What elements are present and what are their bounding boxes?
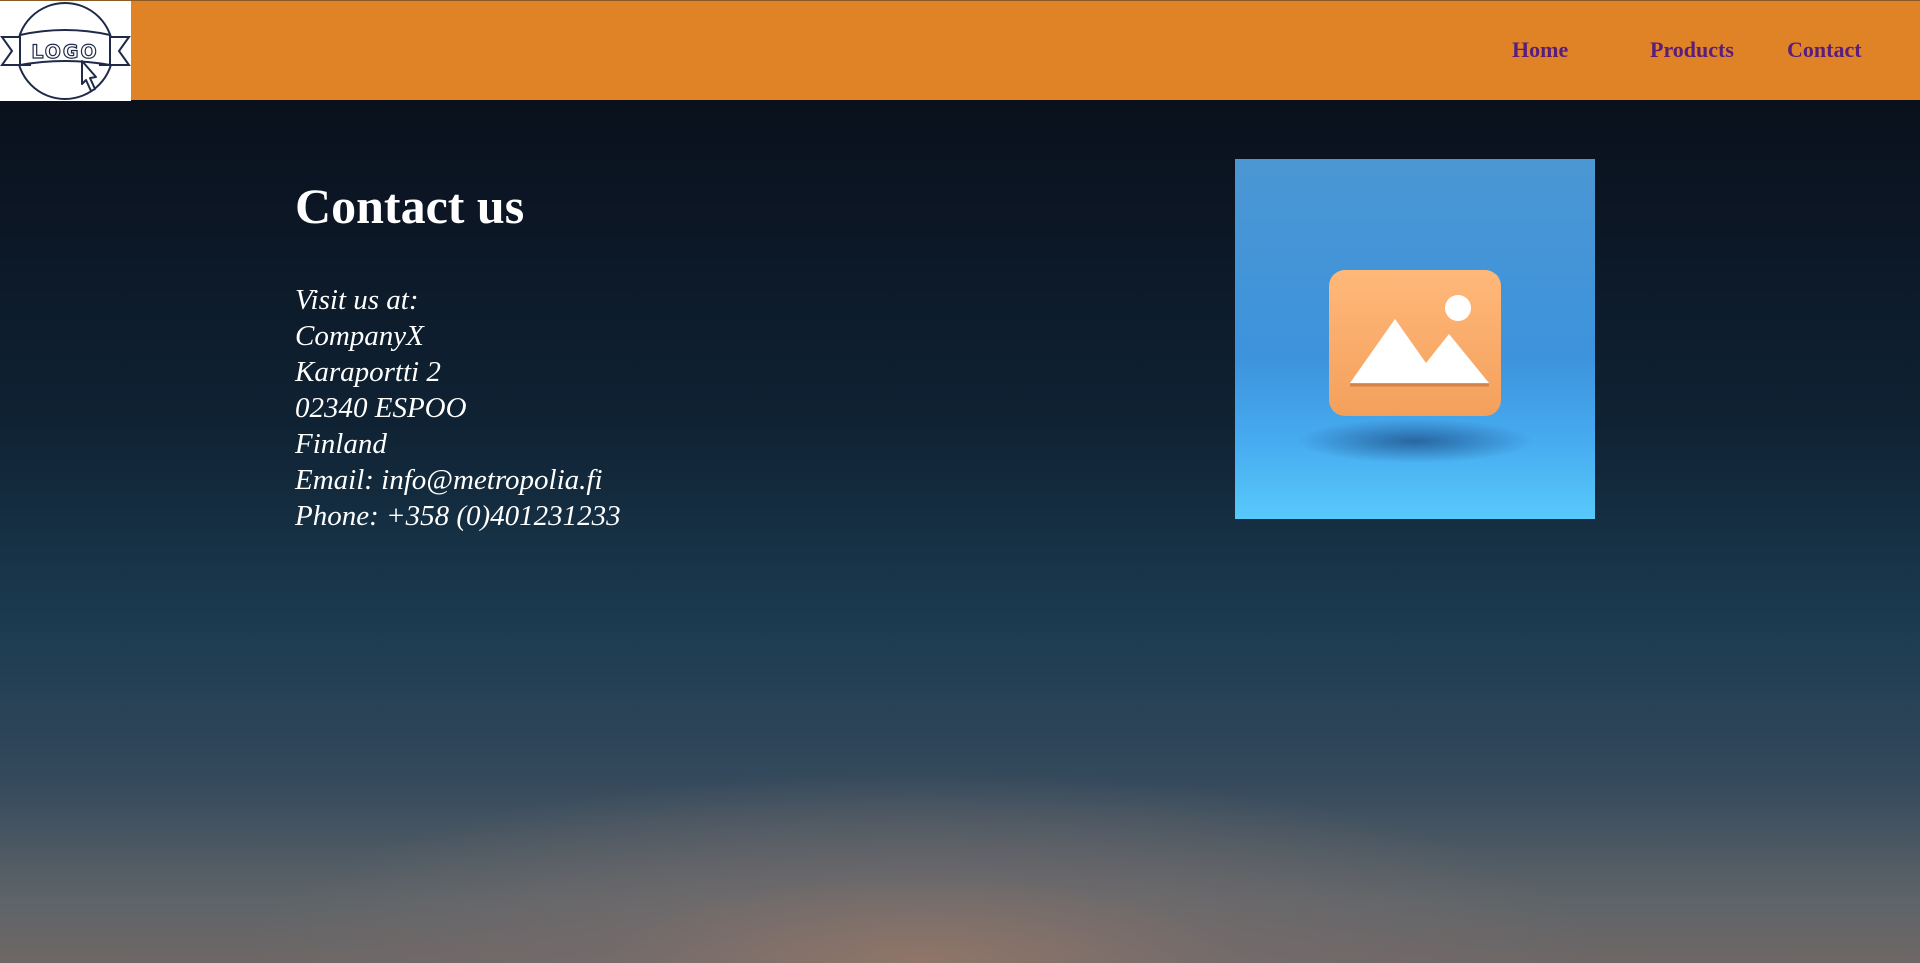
nav-home-link[interactable]: Home bbox=[1512, 37, 1568, 63]
contact-address: Visit us at: CompanyX Karaportti 2 02340… bbox=[295, 282, 995, 534]
logo-icon: LOGO bbox=[0, 2, 131, 100]
address-line-visit: Visit us at: bbox=[295, 284, 419, 316]
nav-contact-link[interactable]: Contact bbox=[1787, 37, 1862, 63]
address-line-street: Karaportti 2 bbox=[295, 356, 441, 388]
address-line-company: CompanyX bbox=[295, 320, 424, 352]
main-nav: Home Products Contact bbox=[1420, 1, 1920, 101]
nav-products-link[interactable]: Products bbox=[1650, 37, 1734, 63]
site-header: LOGO Home Products Contact bbox=[0, 0, 1920, 101]
contact-section: Contact us Visit us at: CompanyX Karapor… bbox=[295, 170, 995, 534]
logo-link[interactable]: LOGO bbox=[0, 1, 131, 101]
address-line-country: Finland bbox=[295, 428, 387, 460]
address-line-email: Email: info@metropolia.fi bbox=[295, 464, 603, 496]
contact-image bbox=[1235, 159, 1595, 519]
address-line-postal: 02340 ESPOO bbox=[295, 392, 467, 424]
image-placeholder-icon bbox=[1235, 159, 1595, 519]
address-line-phone: Phone: +358 (0)401231233 bbox=[295, 500, 621, 532]
logo-text: LOGO bbox=[31, 41, 98, 63]
page-title: Contact us bbox=[295, 178, 525, 234]
